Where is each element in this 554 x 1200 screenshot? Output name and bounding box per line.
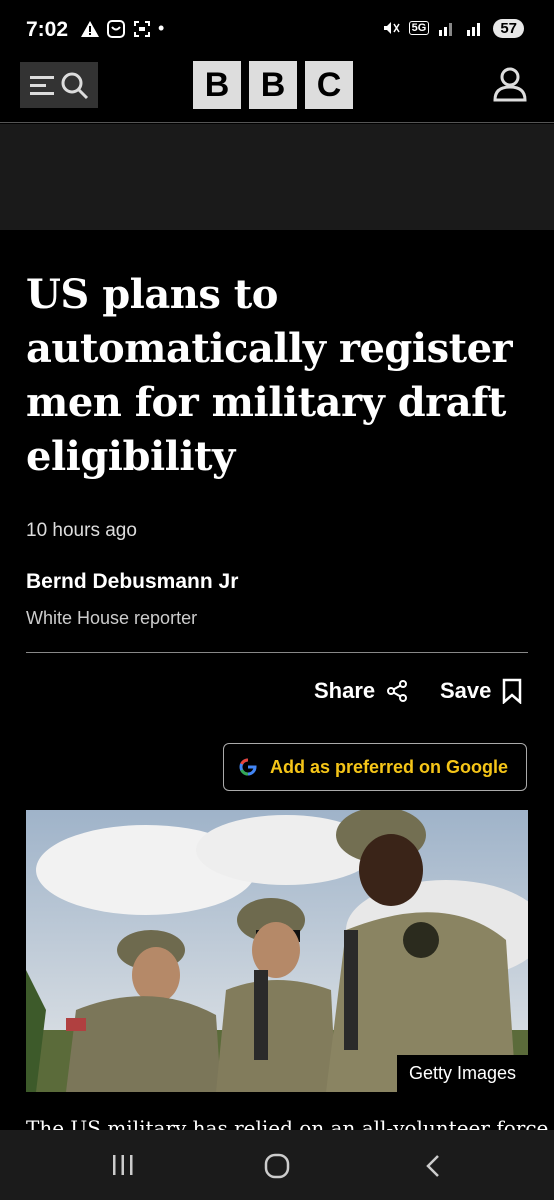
save-button[interactable]: Save xyxy=(440,678,523,704)
logo-letter: B xyxy=(193,61,241,109)
home-icon[interactable] xyxy=(263,1152,291,1180)
more-notifications-dot: • xyxy=(158,18,165,38)
share-icon xyxy=(387,680,408,702)
logo-letter: C xyxy=(305,61,353,109)
recents-icon[interactable] xyxy=(110,1152,136,1178)
search-icon xyxy=(61,72,89,100)
google-label: Add as preferred on Google xyxy=(270,756,509,777)
signal-icon xyxy=(439,23,453,36)
bookmark-icon xyxy=(503,678,522,704)
screenshot-icon xyxy=(134,20,150,37)
status-bar: 7:02 • 5G 57 xyxy=(0,0,554,60)
system-nav-bar xyxy=(0,1130,554,1200)
article-image[interactable]: Getty Images xyxy=(26,810,528,1092)
google-icon xyxy=(239,758,257,776)
divider xyxy=(26,652,528,653)
site-header: B B C xyxy=(0,58,554,123)
author-role: White House reporter xyxy=(26,608,198,628)
notification-icons: • xyxy=(80,18,164,39)
bbc-logo[interactable]: B B C xyxy=(193,61,353,109)
add-preferred-google-button[interactable]: Add as preferred on Google xyxy=(223,743,527,791)
logo-letter: B xyxy=(249,61,297,109)
share-label: Share xyxy=(314,678,376,703)
menu-search-button[interactable] xyxy=(20,62,98,108)
soldiers-photo xyxy=(26,810,528,1092)
image-credit: Getty Images xyxy=(396,1055,528,1092)
menu-icon xyxy=(30,76,54,95)
back-icon[interactable] xyxy=(420,1152,446,1180)
ad-placeholder xyxy=(0,124,554,230)
article-headline: US plans to automatically register men f… xyxy=(26,271,513,480)
status-time: 7:02 xyxy=(26,18,69,41)
article-timestamp: 10 hours ago xyxy=(26,520,137,541)
warning-icon xyxy=(81,20,99,37)
share-button[interactable]: Share xyxy=(314,678,409,704)
battery-level: 57 xyxy=(493,18,524,38)
mute-icon xyxy=(383,22,400,34)
save-label: Save xyxy=(440,678,492,703)
account-icon[interactable] xyxy=(492,66,528,102)
system-icons: 5G 57 xyxy=(381,18,524,38)
signal-icon-2 xyxy=(467,23,481,36)
network-type: 5G xyxy=(408,21,430,35)
app-notification-icon xyxy=(107,19,125,38)
author-name[interactable]: Bernd Debusmann Jr xyxy=(26,570,238,594)
